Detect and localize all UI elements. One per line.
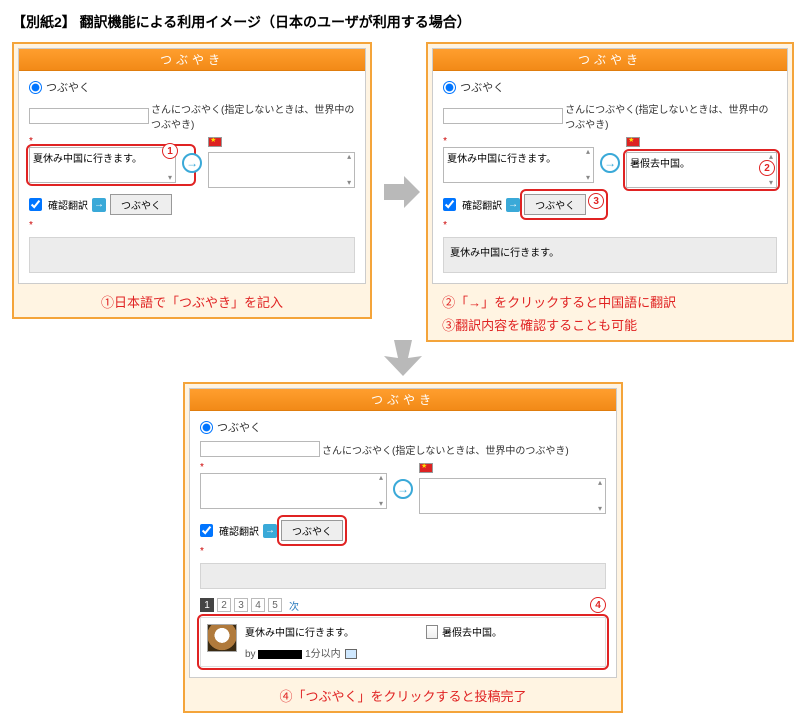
marker-4: 4	[590, 597, 606, 613]
mode-radio-input[interactable]	[443, 81, 456, 94]
document-icon	[426, 625, 438, 639]
pager-page[interactable]: 5	[268, 598, 282, 612]
caption-step3: ④「つぶやく」をクリックすると投稿完了	[189, 684, 617, 707]
mode-radio[interactable]: つぶやく	[29, 79, 355, 95]
scroll-stub: ▴▾	[344, 153, 354, 187]
avatar	[207, 624, 237, 652]
recipient-suffix: さんにつぶやく(指定しないときは、世界中のつぶやき)	[322, 442, 569, 457]
arrow-right-icon	[382, 172, 422, 212]
flag-cn-icon	[419, 463, 433, 473]
caption-step1: ①日本語で「つぶやき」を記入	[18, 290, 366, 313]
mode-radio[interactable]: つぶやく	[200, 419, 606, 435]
translate-button[interactable]: →	[182, 153, 202, 173]
confirm-checkbox[interactable]	[29, 198, 42, 211]
scroll-stub: ▴▾	[376, 474, 386, 508]
required-star: *	[200, 463, 385, 473]
mode-radio-label: つぶやく	[217, 419, 261, 435]
confirm-label: 確認翻訳	[462, 197, 502, 212]
panel-step1: つぶやき つぶやく さんにつぶやく(指定しないときは、世界中のつぶやき) *	[12, 42, 372, 319]
marker-2: 2	[759, 160, 775, 176]
source-textarea[interactable]	[200, 473, 387, 509]
panel-step3: つぶやき つぶやく さんにつぶやく(指定しないときは、世界中のつぶやき) *	[183, 382, 623, 713]
post-text-jp: 夏休み中国に行きます。	[245, 624, 418, 639]
mini-arrow-icon[interactable]: →	[263, 524, 277, 538]
recipient-input[interactable]	[200, 441, 320, 457]
target-textarea[interactable]	[208, 152, 355, 188]
mode-radio-label: つぶやく	[460, 79, 504, 95]
post-card: 夏休み中国に行きます。 by 1分以内 暑假去中国。	[200, 617, 606, 667]
required-star: *	[443, 137, 592, 147]
confirm-label: 確認翻訳	[48, 197, 88, 212]
preview-box	[200, 563, 606, 589]
submit-button[interactable]: つぶやく	[110, 194, 172, 215]
preview-box	[29, 237, 355, 273]
mode-radio-input[interactable]	[200, 421, 213, 434]
confirm-label: 確認翻訳	[219, 523, 259, 538]
marker-3: 3	[588, 193, 604, 209]
source-textarea[interactable]	[443, 147, 594, 183]
required-star: *	[29, 221, 353, 231]
arrow-down-icon	[380, 338, 426, 378]
flag-cn-icon	[626, 137, 640, 147]
target-textarea[interactable]	[419, 478, 606, 514]
target-textarea[interactable]	[626, 152, 777, 188]
recipient-suffix: さんにつぶやく(指定しないときは、世界中のつぶやき)	[151, 101, 355, 131]
post-byline: by 1分以内	[245, 645, 418, 660]
translate-button[interactable]: →	[393, 479, 413, 499]
mini-arrow-icon[interactable]: →	[506, 198, 520, 212]
caption-step2-line1: ②「→」をクリックすると中国語に翻訳	[432, 290, 788, 313]
app-header: つぶやき	[19, 49, 365, 71]
mode-radio[interactable]: つぶやく	[443, 79, 777, 95]
pager-next[interactable]: 次	[289, 598, 299, 613]
post-text-cn: 暑假去中国。	[442, 624, 502, 639]
mode-radio-input[interactable]	[29, 81, 42, 94]
translate-button[interactable]: →	[600, 153, 620, 173]
required-star: *	[200, 547, 604, 557]
confirm-checkbox[interactable]	[443, 198, 456, 211]
submit-button[interactable]: つぶやく	[524, 194, 586, 215]
required-star: *	[443, 221, 775, 231]
confirm-checkbox[interactable]	[200, 524, 213, 537]
monitor-icon	[345, 649, 357, 659]
panel-step2: つぶやき つぶやく さんにつぶやく(指定しないときは、世界中のつぶやき) *	[426, 42, 794, 342]
pager-page[interactable]: 2	[217, 598, 231, 612]
pager-page[interactable]: 3	[234, 598, 248, 612]
preview-box: 夏休み中国に行きます。	[443, 237, 777, 273]
scroll-stub: ▴▾	[595, 479, 605, 513]
page-title: 【別紙2】 翻訳機能による利用イメージ（日本のユーザが利用する場合）	[12, 12, 794, 32]
caption-step2-line2: ③翻訳内容を確認することも可能	[432, 313, 788, 336]
recipient-input[interactable]	[29, 108, 149, 124]
recipient-suffix: さんにつぶやく(指定しないときは、世界中のつぶやき)	[565, 101, 777, 131]
submit-button[interactable]: つぶやく	[281, 520, 343, 541]
recipient-input[interactable]	[443, 108, 563, 124]
required-star: *	[29, 137, 174, 147]
redacted-name	[258, 650, 302, 659]
app-header: つぶやき	[190, 389, 616, 411]
pager-page[interactable]: 1	[200, 598, 214, 612]
mini-arrow-icon[interactable]: →	[92, 198, 106, 212]
pager-page[interactable]: 4	[251, 598, 265, 612]
mode-radio-label: つぶやく	[46, 79, 90, 95]
source-textarea[interactable]	[29, 147, 176, 183]
flag-cn-icon	[208, 137, 222, 147]
pager: 1 2 3 4 5 次 4	[200, 597, 606, 613]
app-header: つぶやき	[433, 49, 787, 71]
scroll-stub: ▴▾	[583, 148, 593, 182]
marker-1: 1	[162, 143, 178, 159]
